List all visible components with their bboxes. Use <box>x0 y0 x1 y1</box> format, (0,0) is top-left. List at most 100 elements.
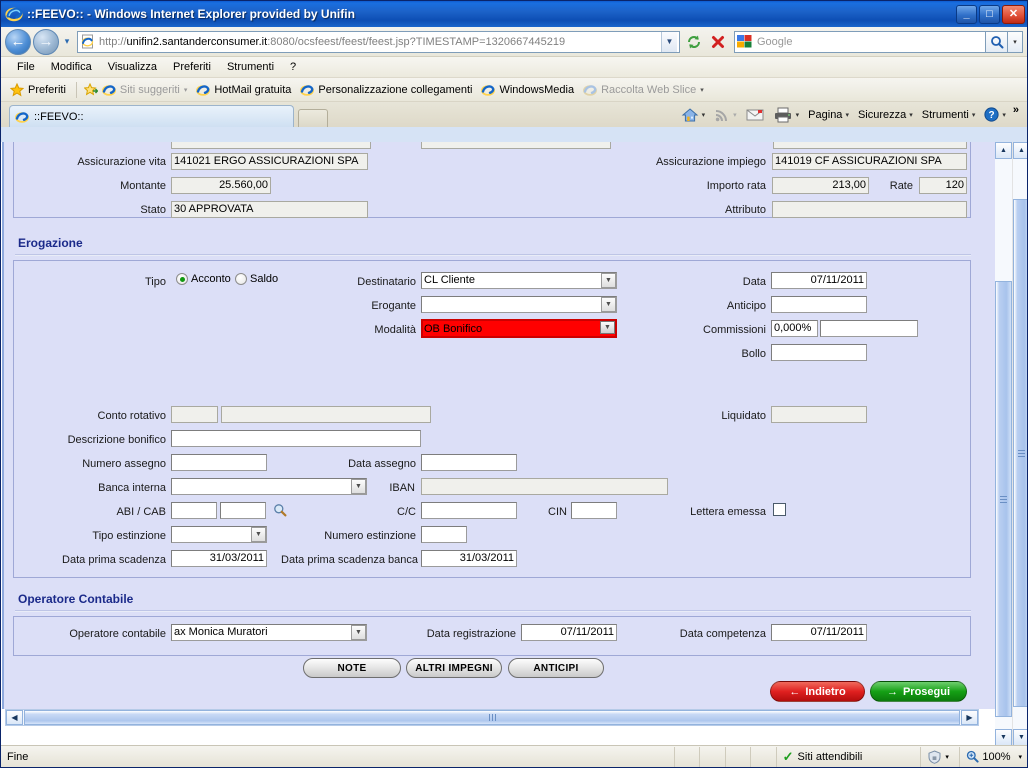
back-icon[interactable]: ← <box>5 28 31 55</box>
chevron-down-icon[interactable]: ▼ <box>351 625 366 640</box>
chevron-down-icon[interactable]: ▾ <box>972 111 976 119</box>
field-commissioni-percent[interactable]: 0,000% <box>771 320 818 337</box>
window-scroll-up-button[interactable]: ▲ <box>1013 142 1027 159</box>
chevron-down-icon[interactable]: ▾ <box>702 111 706 119</box>
chevron-down-icon[interactable]: ▾ <box>909 111 913 119</box>
stop-icon[interactable] <box>707 31 729 53</box>
field-commissioni-amount[interactable] <box>820 320 918 337</box>
field-numero-assegno[interactable] <box>171 454 267 471</box>
horizontal-scroll-thumb[interactable] <box>24 710 960 725</box>
help-button[interactable]: ? ▾ <box>980 105 1010 124</box>
magnifier-icon[interactable] <box>273 503 287 517</box>
chevron-down-icon[interactable]: ▾ <box>845 111 849 119</box>
chevron-down-icon[interactable]: ▾ <box>700 86 704 94</box>
field-cab[interactable] <box>220 502 266 519</box>
checkbox-lettera-emessa[interactable] <box>773 503 786 516</box>
chevron-down-icon[interactable]: ▼ <box>251 527 266 542</box>
chevron-down-icon[interactable]: ▾ <box>1018 753 1022 761</box>
field-data-prima-scadenza[interactable]: 31/03/2011 <box>171 550 267 567</box>
radio-tipo-acconto[interactable]: Acconto <box>176 273 231 285</box>
chevron-down-icon[interactable]: ▼ <box>351 479 366 494</box>
security-zone[interactable]: ✓ Siti attendibili <box>777 746 922 767</box>
select-operatore-contabile[interactable]: ax Monica Muratori ▼ <box>171 624 367 641</box>
field-data-prima-scadenza-banca[interactable]: 31/03/2011 <box>421 550 517 567</box>
page-scroll-up-button[interactable]: ▲ <box>995 142 1012 159</box>
indietro-button[interactable]: ← Indietro <box>770 681 865 702</box>
menu-item-file[interactable]: File <box>9 59 43 75</box>
field-abi[interactable] <box>171 502 217 519</box>
search-go-icon[interactable] <box>986 30 1008 53</box>
fav-item-personalizzazione[interactable]: Personalizzazione collegamenti <box>297 82 478 98</box>
fav-item-siti-suggeriti[interactable]: Siti suggeriti ▾ <box>81 82 193 98</box>
chevron-down-icon[interactable]: ▼ <box>601 273 616 288</box>
search-input[interactable]: Google <box>734 30 986 53</box>
close-button[interactable]: ✕ <box>1002 4 1025 24</box>
print-button[interactable]: ▾ <box>769 105 804 125</box>
field-data-competenza[interactable]: 07/11/2011 <box>771 624 867 641</box>
field-cc[interactable] <box>421 502 517 519</box>
home-button[interactable]: ▾ <box>677 105 710 125</box>
field-bollo[interactable] <box>771 344 867 361</box>
refresh-icon[interactable] <box>683 31 705 53</box>
select-tipo-estinzione[interactable]: ▼ <box>171 526 267 543</box>
command-strumenti[interactable]: Strumenti ▾ <box>918 107 980 123</box>
menu-item-help[interactable]: ? <box>282 59 304 75</box>
note-button[interactable]: NOTE <box>303 658 401 678</box>
field-anticipo[interactable] <box>771 296 867 313</box>
menu-item-preferiti[interactable]: Preferiti <box>165 59 219 75</box>
chevron-down-icon[interactable]: ▾ <box>59 29 75 55</box>
address-dropdown-icon[interactable]: ▼ <box>661 31 677 52</box>
scroll-left-button[interactable]: ◀ <box>6 710 23 725</box>
page-scroll-track[interactable] <box>995 159 1012 729</box>
chevron-down-icon[interactable]: ▾ <box>1002 111 1006 119</box>
tab-feevo[interactable]: ::FEEVO:: <box>9 105 294 127</box>
select-modalita[interactable]: OB Bonifico ▼ <box>421 319 617 338</box>
field-data-assegno[interactable] <box>421 454 517 471</box>
minimize-button[interactable]: _ <box>956 4 977 24</box>
window-scroll-thumb[interactable] <box>1013 199 1027 707</box>
chevron-down-icon[interactable]: ▼ <box>601 297 616 312</box>
menu-item-strumenti[interactable]: Strumenti <box>219 59 282 75</box>
fav-item-windowsmedia[interactable]: WindowsMedia <box>478 82 580 98</box>
select-banca-interna[interactable]: ▼ <box>171 478 367 495</box>
address-input[interactable]: http://unifin2.santanderconsumer.it:8080… <box>77 30 680 53</box>
command-sicurezza[interactable]: Sicurezza ▾ <box>854 107 917 123</box>
field-numero-estinzione[interactable] <box>421 526 467 543</box>
zoom-level[interactable]: 100% ▾ <box>960 747 1027 767</box>
field-data-registrazione[interactable]: 07/11/2011 <box>521 624 617 641</box>
favorites-button[interactable]: Preferiti <box>7 82 72 98</box>
chevron-down-icon[interactable]: ▾ <box>184 86 188 94</box>
feeds-button[interactable]: ▾ <box>710 105 741 125</box>
fav-item-hotmail[interactable]: HotMail gratuita <box>193 82 297 98</box>
altri-impegni-button[interactable]: ALTRI IMPEGNI <box>406 658 502 678</box>
field-cin[interactable] <box>571 502 617 519</box>
horizontal-scrollbar[interactable]: ◀ ▶ <box>5 709 979 726</box>
toolbar-overflow-icon[interactable]: » <box>1011 104 1023 126</box>
chevron-down-icon[interactable]: ▼ <box>600 321 615 334</box>
page-vertical-scrollbar[interactable]: ▲ ▼ <box>995 142 1012 746</box>
field-data[interactable]: 07/11/2011 <box>771 272 867 289</box>
forward-icon[interactable]: → <box>33 28 59 55</box>
select-erogante[interactable]: ▼ <box>421 296 617 313</box>
new-tab-button[interactable] <box>298 109 328 127</box>
protected-mode-indicator[interactable]: ▾ <box>921 746 961 767</box>
menu-item-visualizza[interactable]: Visualizza <box>100 59 165 75</box>
fav-item-raccolta-web-slice[interactable]: Raccolta Web Slice ▾ <box>580 82 710 98</box>
radio-tipo-saldo[interactable]: Saldo <box>235 273 278 285</box>
menu-item-modifica[interactable]: Modifica <box>43 59 100 75</box>
page-scroll-thumb[interactable] <box>995 281 1012 717</box>
prosegui-button[interactable]: → Prosegui <box>870 681 967 702</box>
window-vertical-scrollbar[interactable]: ▲ ▼ <box>1012 142 1027 746</box>
chevron-down-icon[interactable]: ▾ <box>796 111 800 119</box>
page-scroll-down-button[interactable]: ▼ <box>995 729 1012 746</box>
mail-button[interactable] <box>742 106 768 124</box>
command-pagina[interactable]: Pagina ▾ <box>804 107 853 123</box>
scroll-right-button[interactable]: ▶ <box>961 710 978 725</box>
field-descrizione-bonifico[interactable] <box>171 430 421 447</box>
select-destinatario[interactable]: CL Cliente ▼ <box>421 272 617 289</box>
window-scroll-track[interactable] <box>1013 159 1027 729</box>
window-scroll-down-button[interactable]: ▼ <box>1013 729 1027 746</box>
chevron-down-icon[interactable]: ▾ <box>945 753 949 761</box>
anticipi-button[interactable]: ANTICIPI <box>508 658 604 678</box>
search-dropdown-icon[interactable]: ▾ <box>1008 30 1023 53</box>
